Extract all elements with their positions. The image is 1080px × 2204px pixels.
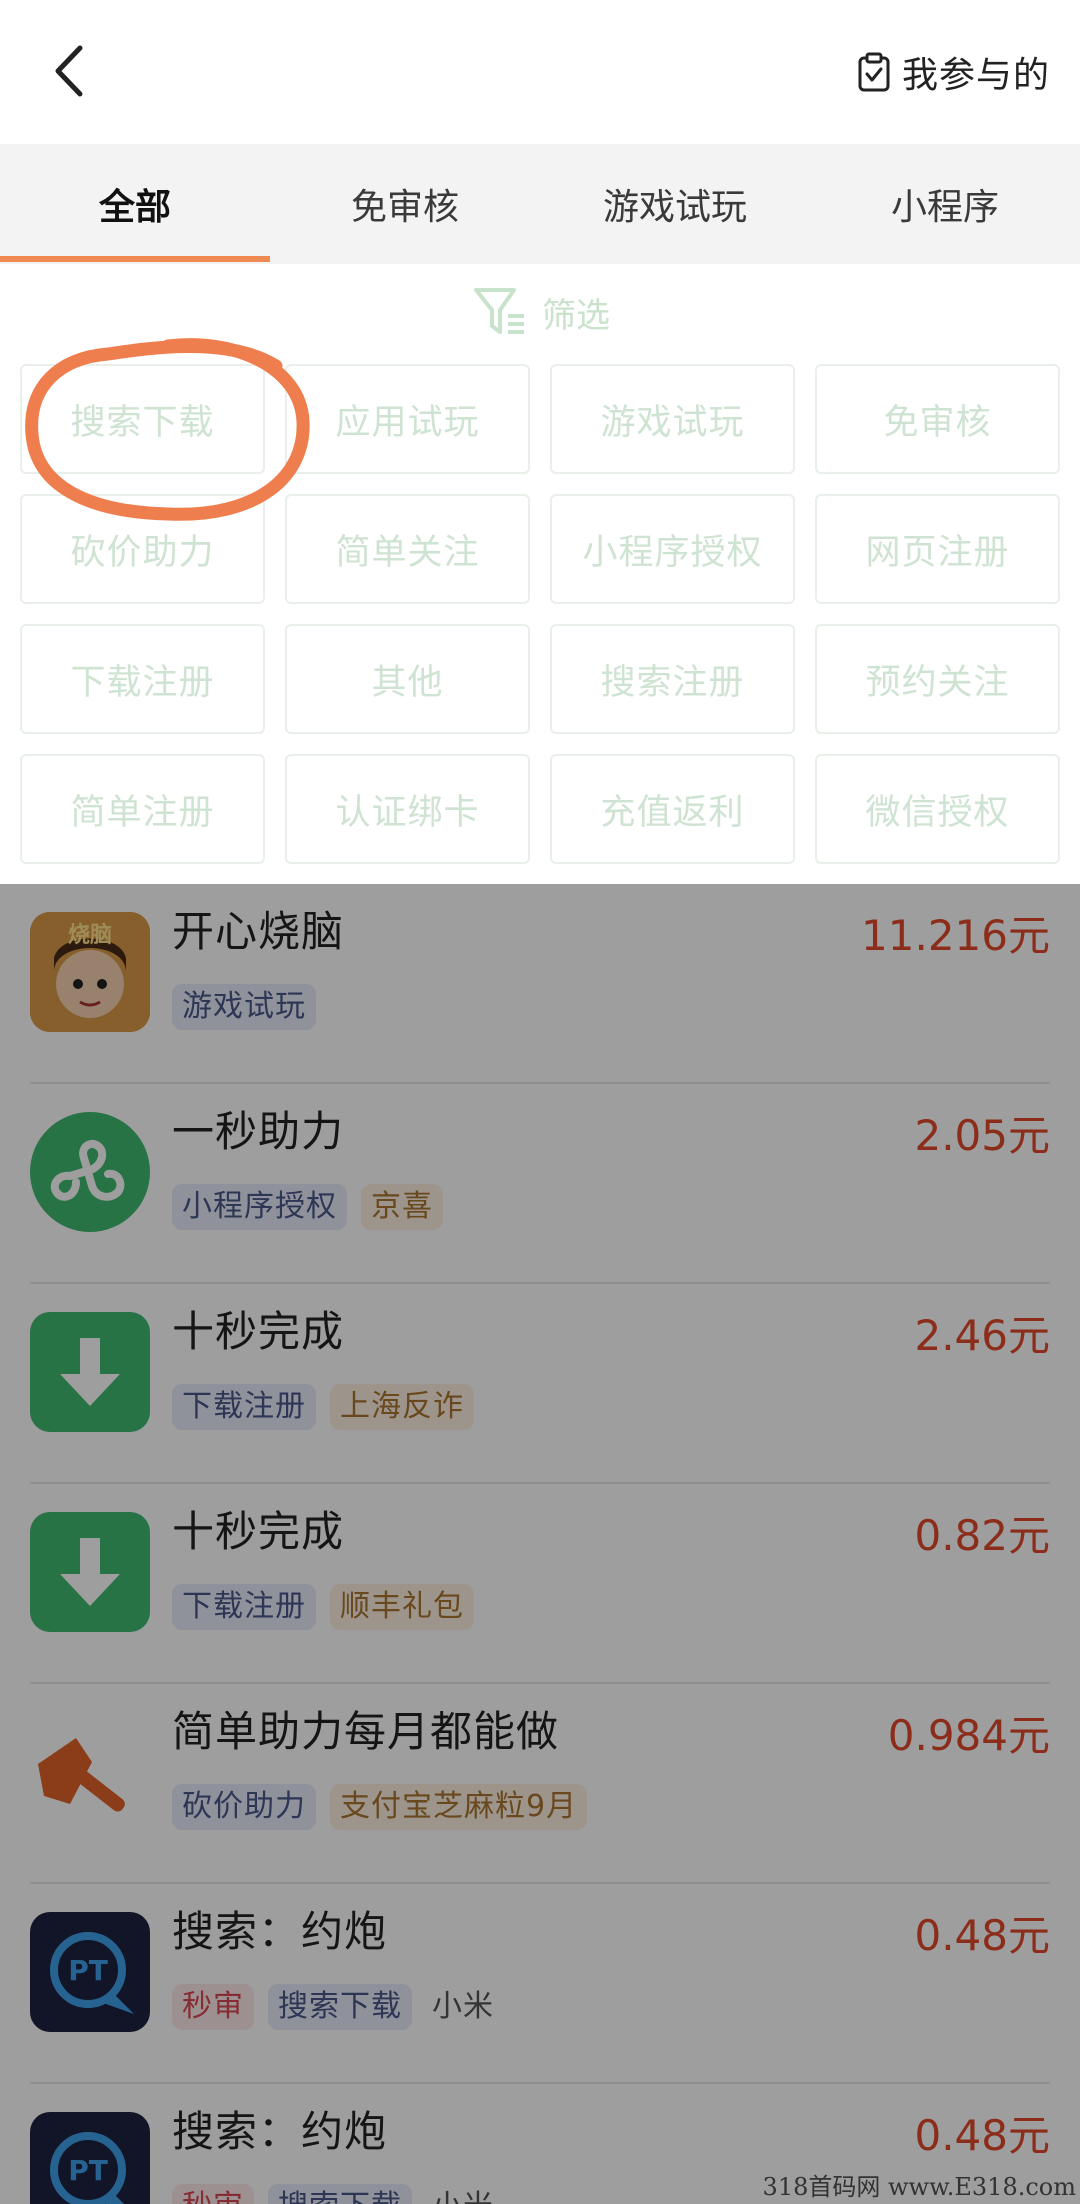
filter-chip-game-trial[interactable]: 游戏试玩: [550, 364, 795, 474]
filter-chip-mini-program-auth[interactable]: 小程序授权: [550, 494, 795, 604]
back-button[interactable]: [48, 40, 92, 102]
back-arrow-icon: [55, 45, 83, 97]
filter-chip-verify-bind-card[interactable]: 认证绑卡: [285, 754, 530, 864]
filter-chip-no-review[interactable]: 免审核: [815, 364, 1060, 474]
filter-chip-simple-follow[interactable]: 简单关注: [285, 494, 530, 604]
filter-chip-reserve-follow[interactable]: 预约关注: [815, 624, 1060, 734]
filter-chip-search-download[interactable]: 搜索下载: [20, 364, 265, 474]
filter-title: 筛选: [542, 295, 610, 336]
category-tabs: 全部 免审核 游戏试玩 小程序: [0, 144, 1080, 264]
filter-chip-other[interactable]: 其他: [285, 624, 530, 734]
tab-no-review[interactable]: 免审核: [270, 144, 540, 264]
filter-chip-wechat-auth[interactable]: 微信授权: [815, 754, 1060, 864]
my-participation-link[interactable]: 我参与的: [856, 44, 1050, 100]
filter-chip-bargain-help[interactable]: 砍价助力: [20, 494, 265, 604]
filter-chip-app-trial[interactable]: 应用试玩: [285, 364, 530, 474]
filter-chip-simple-register[interactable]: 简单注册: [20, 754, 265, 864]
filter-chip-recharge-rebate[interactable]: 充值返利: [550, 754, 795, 864]
filter-funnel-icon: [474, 288, 524, 334]
filter-chip-download-register[interactable]: 下载注册: [20, 624, 265, 734]
tab-game-trial[interactable]: 游戏试玩: [540, 144, 810, 264]
tab-mini-program[interactable]: 小程序: [810, 144, 1080, 264]
filter-chip-web-register[interactable]: 网页注册: [815, 494, 1060, 604]
filter-panel: 筛选 搜索下载 应用试玩 游戏试玩 免审核 砍价助力 简单关注 小程序授权 网页…: [0, 264, 1080, 884]
clipboard-check-icon: [858, 52, 890, 92]
tab-all[interactable]: 全部: [0, 144, 270, 264]
watermark: 318首码网 www.E318.com: [762, 2173, 1076, 2201]
filter-chip-grid: 搜索下载 应用试玩 游戏试玩 免审核 砍价助力 简单关注 小程序授权 网页注册 …: [20, 364, 1060, 864]
app-header: 我参与的: [0, 0, 1080, 144]
filter-chip-search-register[interactable]: 搜索注册: [550, 624, 795, 734]
filter-header[interactable]: 筛选: [0, 280, 1080, 344]
my-participation-label: 我参与的: [901, 55, 1050, 96]
dim-overlay[interactable]: [0, 884, 1080, 2204]
